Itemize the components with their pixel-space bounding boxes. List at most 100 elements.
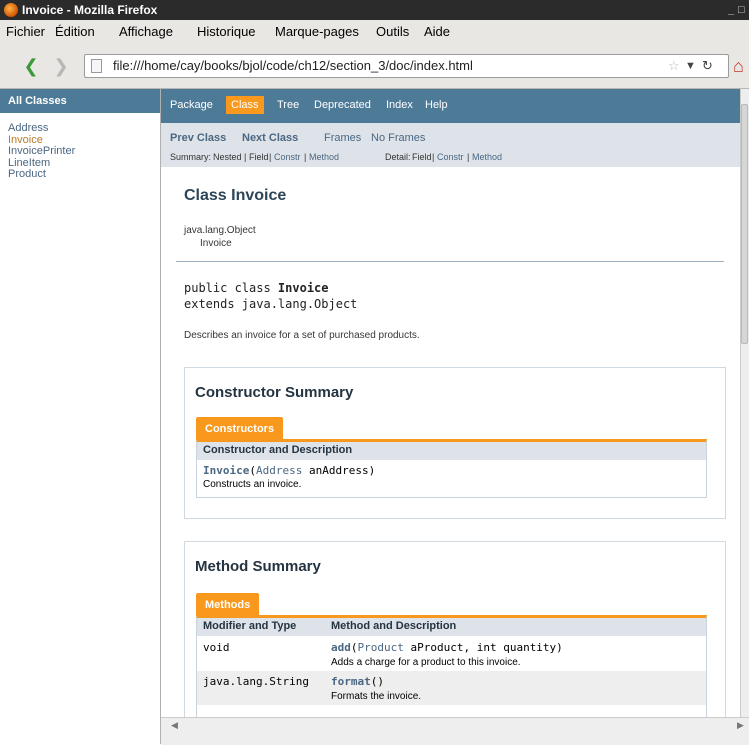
menu-edition[interactable]: Édition bbox=[55, 20, 95, 44]
table-header: Modifier and Type Method and Description bbox=[197, 618, 706, 636]
menu-fichier[interactable]: Fichier bbox=[6, 20, 45, 44]
menu-outils[interactable]: Outils bbox=[376, 20, 409, 44]
constructor-paren: ( bbox=[249, 464, 256, 477]
extends-line: extends java.lang.Object bbox=[184, 297, 358, 311]
nav-class[interactable]: Class bbox=[226, 96, 264, 114]
menu-aide[interactable]: Aide bbox=[424, 20, 450, 44]
param-type-link[interactable]: Product bbox=[358, 641, 404, 654]
param-rest: aProduct, int quantity) bbox=[403, 641, 563, 654]
top-navbar: Package Class Tree Deprecated Index Help bbox=[161, 89, 740, 123]
menu-historique[interactable]: Historique bbox=[197, 20, 256, 44]
nav-deprecated[interactable]: Deprecated bbox=[314, 97, 371, 113]
summary-constr-link[interactable]: Constr bbox=[274, 152, 301, 162]
hierarchy-parent: java.lang.Object bbox=[184, 225, 256, 236]
nav-package[interactable]: Package bbox=[170, 97, 213, 113]
divider bbox=[176, 261, 724, 262]
table-row: java.lang.String format() Formats the in… bbox=[197, 671, 706, 705]
class-link-address[interactable]: Address bbox=[8, 122, 160, 135]
table-header: Constructor and Description bbox=[197, 442, 706, 460]
method-link-add[interactable]: add bbox=[331, 641, 351, 654]
method-signature: add(Product aProduct, int quantity) bbox=[331, 641, 563, 654]
summary-field: Field bbox=[249, 152, 269, 162]
sub-navbar: Prev Class Next Class Frames No Frames S… bbox=[161, 123, 740, 167]
summary-method-link[interactable]: Method bbox=[309, 152, 339, 162]
detail-constr-link[interactable]: Constr bbox=[437, 152, 464, 162]
all-classes-heading: All Classes bbox=[0, 89, 160, 113]
navigation-toolbar: ❮ ❯ file:///home/cay/books/bjol/code/ch1… bbox=[0, 44, 749, 89]
page-icon bbox=[91, 59, 102, 73]
declaration-prefix: public class bbox=[184, 281, 278, 295]
next-class-link[interactable]: Next Class bbox=[242, 132, 298, 144]
scroll-left-icon[interactable]: ◀ bbox=[171, 720, 178, 731]
vertical-scrollbar-thumb[interactable] bbox=[741, 104, 748, 344]
separator: | bbox=[432, 152, 435, 162]
modifier-type: java.lang.String bbox=[203, 675, 309, 688]
frames-link[interactable]: Frames bbox=[324, 132, 361, 144]
minimize-button[interactable]: _ bbox=[728, 0, 734, 20]
class-list: Address Invoice InvoicePrinter LineItem … bbox=[0, 113, 160, 181]
nav-index[interactable]: Index bbox=[386, 97, 413, 113]
method-summary-title: Method Summary bbox=[195, 558, 321, 575]
param-type-link[interactable]: Address bbox=[256, 464, 302, 477]
menu-marque-pages[interactable]: Marque-pages bbox=[275, 20, 359, 44]
constructor-summary-title: Constructor Summary bbox=[195, 384, 354, 401]
all-classes-frame: All Classes Address Invoice InvoicePrint… bbox=[0, 89, 161, 744]
constructor-description: Constructs an invoice. bbox=[203, 479, 302, 490]
firefox-icon bbox=[4, 3, 18, 17]
reload-icon[interactable]: ↻ bbox=[702, 55, 713, 77]
class-declaration: public class Invoice bbox=[184, 281, 329, 295]
forward-arrow-icon[interactable]: ❯ bbox=[50, 55, 72, 77]
detail-method-link[interactable]: Method bbox=[472, 152, 502, 162]
separator: | bbox=[304, 152, 307, 162]
window-title: Invoice - Mozilla Firefox bbox=[22, 3, 158, 17]
constructors-tab: Constructors bbox=[196, 417, 284, 439]
method-description: Formats the invoice. bbox=[331, 691, 422, 702]
detail-field: Field bbox=[412, 152, 432, 162]
class-description: Describes an invoice for a set of purcha… bbox=[184, 330, 420, 341]
constructor-link[interactable]: Invoice bbox=[203, 464, 249, 477]
summary-nested: Nested bbox=[213, 152, 242, 162]
constructor-signature: Invoice(Address anAddress) bbox=[203, 464, 375, 477]
nav-help[interactable]: Help bbox=[425, 97, 448, 113]
separator: | bbox=[269, 152, 272, 162]
menubar: Fichier Édition Affichage Historique Mar… bbox=[0, 20, 749, 44]
prev-class-link[interactable]: Prev Class bbox=[170, 132, 226, 144]
horizontal-scrollbar[interactable]: ◀ ▶ bbox=[161, 717, 749, 745]
back-arrow-icon[interactable]: ❮ bbox=[20, 55, 42, 77]
methods-tab: Methods bbox=[196, 593, 260, 615]
constructor-header: Constructor and Description bbox=[203, 444, 353, 456]
menu-affichage[interactable]: Affichage bbox=[119, 20, 173, 44]
class-link-invoiceprinter[interactable]: InvoicePrinter bbox=[8, 145, 160, 158]
method-paren: ( bbox=[350, 641, 358, 654]
scroll-right-icon[interactable]: ▶ bbox=[737, 720, 744, 731]
constructor-summary: Constructor Summary Constructors Constru… bbox=[184, 367, 726, 519]
summary-label: Summary: bbox=[170, 152, 212, 162]
home-icon[interactable]: ⌂ bbox=[733, 56, 744, 77]
method-header: Method and Description bbox=[331, 620, 457, 632]
no-frames-link[interactable]: No Frames bbox=[371, 132, 425, 144]
modifier-type: void bbox=[203, 641, 230, 654]
maximize-button[interactable]: □ bbox=[738, 0, 745, 20]
separator: | bbox=[244, 152, 247, 162]
chevron-down-icon[interactable]: ▼ bbox=[685, 55, 696, 77]
page-title: Class Invoice bbox=[184, 187, 287, 204]
separator: | bbox=[467, 152, 470, 162]
url-text[interactable]: file:///home/cay/books/bjol/code/ch12/se… bbox=[113, 55, 473, 77]
detail-label: Detail: bbox=[385, 152, 411, 162]
method-paren: () bbox=[370, 675, 384, 688]
star-icon[interactable]: ☆ bbox=[668, 55, 680, 77]
hierarchy-child: Invoice bbox=[200, 238, 232, 249]
table-row: Invoice(Address anAddress) Constructs an… bbox=[197, 461, 706, 496]
method-description: Adds a charge for a product to this invo… bbox=[331, 657, 521, 668]
table-row: void add(Product aProduct, int quantity)… bbox=[197, 637, 706, 671]
url-bar[interactable]: file:///home/cay/books/bjol/code/ch12/se… bbox=[84, 54, 729, 78]
class-link-product[interactable]: Product bbox=[8, 168, 160, 181]
method-table: Modifier and Type Method and Description… bbox=[196, 615, 707, 717]
window-titlebar: Invoice - Mozilla Firefox _ □ bbox=[0, 0, 749, 20]
method-link-format[interactable]: format bbox=[331, 675, 371, 688]
constructor-table: Constructor and Description Invoice(Addr… bbox=[196, 439, 707, 498]
nav-tree[interactable]: Tree bbox=[277, 97, 299, 113]
modifier-header: Modifier and Type bbox=[203, 620, 297, 632]
method-signature: format() bbox=[331, 675, 384, 688]
param-rest: anAddress) bbox=[302, 464, 376, 477]
